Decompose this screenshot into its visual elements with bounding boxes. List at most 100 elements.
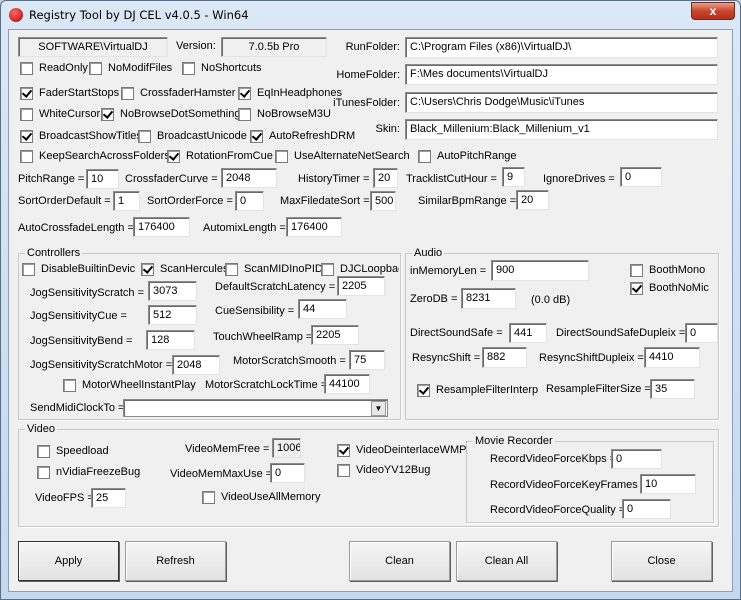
- refresh-button[interactable]: Refresh: [125, 541, 226, 581]
- checkbox-icon[interactable]: [238, 107, 251, 121]
- homefolder-input[interactable]: F:\Mes documents\VirtualDJ: [405, 64, 718, 85]
- check-WhiteCursor[interactable]: WhiteCursor: [20, 107, 100, 121]
- checkbox-icon[interactable]: [417, 383, 430, 397]
- checkbox-icon[interactable]: [20, 129, 33, 143]
- recordvideoforcekbps-input[interactable]: 0: [611, 449, 662, 469]
- checkbox-icon[interactable]: [20, 107, 33, 121]
- check-Speedload[interactable]: Speedload: [37, 444, 109, 458]
- motorscratchlocktime-input[interactable]: 44100: [324, 374, 370, 394]
- jogsensitivitybend-input[interactable]: 128: [146, 330, 195, 350]
- zerodb-input[interactable]: 8231: [461, 288, 516, 309]
- cuesensibility-input[interactable]: 44: [298, 299, 347, 319]
- checkbox-icon[interactable]: [22, 262, 35, 276]
- check-NoModifFiles[interactable]: NoModifFiles: [89, 61, 172, 75]
- check-ResampleFilterInterp[interactable]: ResampleFilterInterp: [417, 383, 538, 397]
- checkbox-icon[interactable]: [337, 463, 350, 477]
- checkbox-icon[interactable]: [121, 86, 134, 100]
- videofps-input[interactable]: 25: [91, 488, 126, 508]
- sendmidiclockto-select[interactable]: ▼: [123, 399, 388, 417]
- videomemmaxuse-input[interactable]: 0: [270, 463, 305, 483]
- motorscratchsmooth-input[interactable]: 75: [349, 350, 385, 370]
- checkbox-icon[interactable]: [20, 86, 33, 100]
- resyncshiftdupleix-input[interactable]: 4410: [644, 347, 700, 368]
- checkbox-icon[interactable]: [225, 262, 238, 276]
- checkbox-icon[interactable]: [630, 263, 643, 277]
- check-BoothNoMic[interactable]: BoothNoMic: [630, 281, 709, 295]
- tracklistcuthour-input[interactable]: 9: [502, 167, 525, 187]
- apply-button[interactable]: Apply: [18, 541, 119, 581]
- jogsensitivityscratch-input[interactable]: 3073: [148, 281, 197, 301]
- directsoundsafedupleix-input[interactable]: 0: [685, 323, 718, 343]
- runfolder-input[interactable]: C:\Program Files (x86)\VirtualDJ\: [405, 37, 718, 58]
- checkbox-icon[interactable]: [20, 149, 33, 163]
- checkbox-icon[interactable]: [321, 262, 334, 276]
- skin-input[interactable]: Black_Millenium:Black_Millenium_v1: [405, 119, 718, 140]
- check-NoShortcuts[interactable]: NoShortcuts: [182, 61, 262, 75]
- touchwheelramp-input[interactable]: 2205: [311, 325, 359, 345]
- checkbox-icon[interactable]: [238, 86, 251, 100]
- checkbox-icon[interactable]: [418, 149, 431, 163]
- check-CrossfaderHamster[interactable]: CrossfaderHamster: [121, 86, 235, 100]
- resamplefiltersize-input[interactable]: 35: [650, 379, 695, 399]
- defaultscratchlatency-input[interactable]: 2205: [337, 276, 385, 296]
- close-button[interactable]: Close: [611, 541, 712, 581]
- checkbox-icon[interactable]: [275, 149, 288, 163]
- recordvideoforcequality-input[interactable]: 0: [622, 499, 671, 519]
- check-MotorWheelInstantPlay[interactable]: MotorWheelInstantPlay: [63, 378, 196, 392]
- checkbox-icon[interactable]: [138, 129, 151, 143]
- chevron-down-icon[interactable]: ▼: [371, 401, 386, 416]
- pitchrange-input[interactable]: 10: [86, 169, 119, 189]
- checkbox-icon[interactable]: [89, 61, 102, 75]
- similarbpmrange-input[interactable]: 20: [516, 190, 549, 210]
- check-ScanHercules[interactable]: ScanHercules: [141, 262, 228, 276]
- checkbox-icon[interactable]: [20, 61, 33, 75]
- check-NoBrowseDotSomething[interactable]: NoBrowseDotSomething: [101, 107, 240, 121]
- checkbox-icon[interactable]: [250, 129, 263, 143]
- crossfadercurve-input[interactable]: 2048: [221, 168, 277, 188]
- jogsensitivityscratchmotor-input[interactable]: 2048: [172, 355, 220, 375]
- check-AutoRefreshDRM[interactable]: AutoRefreshDRM: [250, 129, 355, 143]
- clean-button[interactable]: Clean: [349, 541, 450, 581]
- autocrossfadelength-input[interactable]: 176400: [133, 217, 190, 237]
- checkbox-icon[interactable]: [37, 444, 50, 458]
- check-EqInHeadphones[interactable]: EqInHeadphones: [238, 86, 342, 100]
- check-NoBrowseM3U[interactable]: NoBrowseM3U: [238, 107, 331, 121]
- historytimer-input[interactable]: 20: [373, 168, 398, 188]
- clean-all-button[interactable]: Clean All: [456, 541, 557, 581]
- checkbox-icon[interactable]: [337, 443, 350, 457]
- check-VideoYV12Bug[interactable]: VideoYV12Bug: [337, 463, 430, 477]
- directsoundsafe-input[interactable]: 441: [509, 323, 547, 343]
- checkbox-icon[interactable]: [202, 490, 215, 504]
- check-DJCLoopback[interactable]: DJCLoopback: [321, 262, 399, 276]
- check-ReadOnly[interactable]: ReadOnly: [20, 61, 88, 75]
- itunesfolder-input[interactable]: C:\Users\Chris Dodge\Music\iTunes: [405, 92, 718, 113]
- checkbox-icon[interactable]: [63, 378, 76, 392]
- ignoredrives-input[interactable]: 0: [620, 167, 662, 187]
- automixlength-input[interactable]: 176400: [286, 217, 342, 237]
- sortorderforce-input[interactable]: 0: [235, 191, 264, 211]
- check-RotationFromCue[interactable]: RotationFromCue: [167, 149, 273, 163]
- checkbox-icon[interactable]: [141, 262, 154, 276]
- maxfiledatesort-input[interactable]: 500: [370, 191, 396, 211]
- recordvideoforcekeyframes-input[interactable]: 10: [640, 474, 696, 494]
- check-ScanMIDInoPID[interactable]: ScanMIDInoPID: [225, 262, 323, 276]
- check-AutoPitchRange[interactable]: AutoPitchRange: [418, 149, 517, 163]
- check-nVidiaFreezeBug[interactable]: nVidiaFreezeBug: [37, 465, 140, 479]
- resyncshift-input[interactable]: 882: [482, 347, 527, 368]
- checkbox-icon[interactable]: [167, 149, 180, 163]
- checkbox-icon[interactable]: [101, 107, 114, 121]
- checkbox-icon[interactable]: [37, 465, 50, 479]
- check-KeepSearchAcrossFolders[interactable]: KeepSearchAcrossFolders: [20, 149, 170, 163]
- checkbox-icon[interactable]: [182, 61, 195, 75]
- check-BroadcastShowTitles[interactable]: BroadcastShowTitles: [20, 129, 142, 143]
- check-BroadcastUnicode[interactable]: BroadcastUnicode: [138, 129, 247, 143]
- check-BoothMono[interactable]: BoothMono: [630, 263, 705, 277]
- check-VideoDeinterlaceWMP[interactable]: VideoDeinterlaceWMP: [337, 443, 466, 457]
- checkbox-icon[interactable]: [630, 281, 643, 295]
- inmemorylen-input[interactable]: 900: [491, 260, 589, 281]
- check-FaderStartStops[interactable]: FaderStartStops: [20, 86, 119, 100]
- jogsensitivitycue-input[interactable]: 512: [148, 305, 197, 325]
- sortorderdefault-input[interactable]: 1: [113, 191, 140, 211]
- check-DisableBuiltinDevices[interactable]: DisableBuiltinDevices: [22, 262, 135, 276]
- check-UseAlternateNetSearch[interactable]: UseAlternateNetSearch: [275, 149, 410, 163]
